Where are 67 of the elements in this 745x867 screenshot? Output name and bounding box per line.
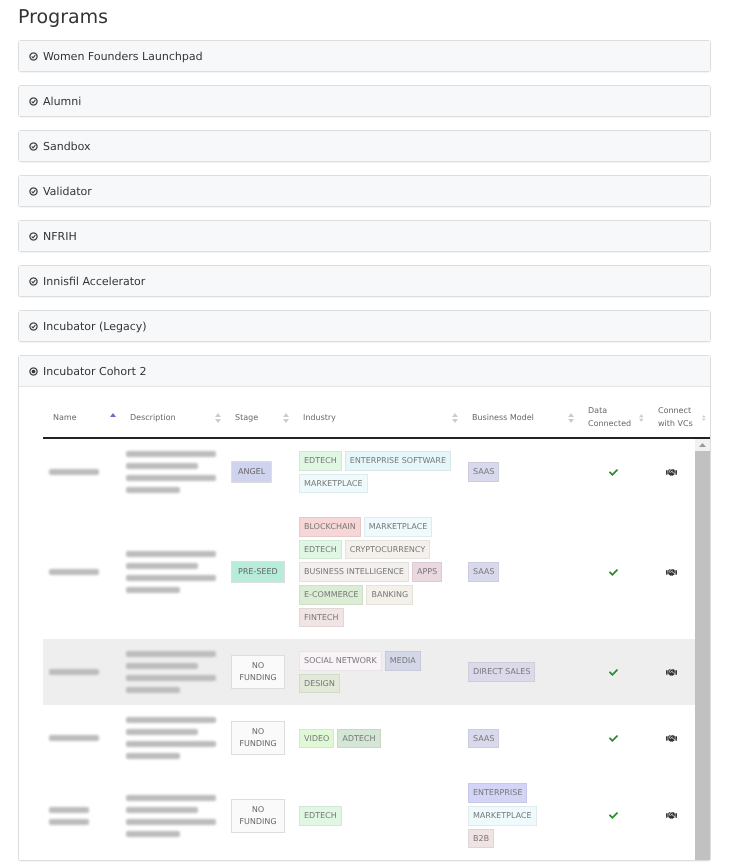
industry-tag: SOCIAL NETWORK <box>299 651 382 671</box>
circle-check-icon <box>29 52 38 60</box>
column-header[interactable]: Description <box>120 399 225 437</box>
column-header[interactable]: Industry <box>293 399 462 437</box>
scroll-up-icon[interactable] <box>699 443 706 447</box>
industry-tag: VIDEO <box>299 728 334 748</box>
column-header[interactable]: Name <box>43 399 120 437</box>
circle-check-icon <box>29 142 38 150</box>
industry-tag: MEDIA <box>384 651 421 671</box>
stage-tag: ANGEL <box>231 461 272 484</box>
column-header[interactable]: Connect with VCs <box>648 399 710 437</box>
accordion-header[interactable]: Innisfil Accelerator <box>19 266 710 296</box>
blurred-text <box>49 469 99 476</box>
column-header[interactable]: Stage <box>225 399 293 437</box>
industry-tag: EDTECH <box>299 806 342 826</box>
industry-tag: APPS <box>412 562 442 582</box>
business-model-tag: B2B <box>468 828 494 848</box>
industry-tag: MARKETPLACE <box>364 517 432 537</box>
business-model-tag: DIRECT SALES <box>468 662 536 682</box>
industry-tag: E-COMMERCE <box>299 584 364 605</box>
handshake-icon[interactable] <box>666 810 677 822</box>
business-model-tag: MARKETPLACE <box>468 806 537 826</box>
accordion-header[interactable]: NFRIH <box>19 221 710 251</box>
accordion-header[interactable]: Alumni <box>19 86 710 116</box>
industry-tag: EDTECH <box>299 451 342 471</box>
industry-tag: ENTERPRISE SOFTWARE <box>344 451 452 471</box>
accordion-header[interactable]: Validator <box>19 176 710 206</box>
circle-check-icon <box>29 186 38 196</box>
circle-check-icon <box>29 96 38 106</box>
handshake-icon[interactable] <box>666 732 677 744</box>
handshake-icon[interactable] <box>666 566 677 578</box>
industry-tag: MARKETPLACE <box>299 474 368 494</box>
industry-tag: ADTECH <box>337 728 381 748</box>
stage-tag: NO FUNDING <box>231 798 285 833</box>
accordion-header[interactable]: Women Founders Launchpad <box>19 41 710 71</box>
blurred-text <box>49 669 99 676</box>
page-title: Programs <box>18 6 110 28</box>
table-row[interactable]: NO FUNDING SOCIAL NETWORK MEDIA DESIGN DIRECT SALES <box>43 639 695 706</box>
business-model-tag: SAAS <box>468 562 500 582</box>
column-header[interactable]: Business Model <box>462 399 578 437</box>
stage-tag: NO FUNDING <box>231 721 285 756</box>
stage-tag: NO FUNDING <box>231 655 285 690</box>
industry-tag: BANKING <box>366 584 414 605</box>
blurred-text <box>49 569 99 576</box>
industry-tag: CRYPTOCURRENCY <box>344 540 430 560</box>
accordion-header[interactable]: Incubator Cohort 2 <box>19 356 710 387</box>
accordion-header[interactable]: Sandbox <box>19 131 710 161</box>
industry-tag: DESIGN <box>299 674 340 694</box>
blurred-text <box>49 735 99 742</box>
scrollbar[interactable] <box>695 439 710 860</box>
accordion-header[interactable]: Incubator (Legacy) <box>19 311 710 341</box>
industry-tag: FINTECH <box>299 608 344 628</box>
industry-tag: BLOCKCHAIN <box>299 517 361 537</box>
circle-check-icon <box>29 276 38 286</box>
business-model-tag: ENTERPRISE <box>468 783 528 803</box>
handshake-icon[interactable] <box>666 666 677 678</box>
column-header[interactable]: Data Connected <box>578 399 648 437</box>
industry-tag: BUSINESS INTELLIGENCE <box>299 562 409 582</box>
circle-dot-icon <box>29 366 38 376</box>
handshake-icon[interactable] <box>666 466 677 478</box>
circle-check-icon <box>29 232 38 240</box>
business-model-tag: SAAS <box>468 462 500 482</box>
stage-tag: PRE-SEED <box>231 561 285 584</box>
industry-tag: EDTECH <box>299 540 342 560</box>
blurred-text <box>49 806 89 825</box>
circle-check-icon <box>29 322 38 330</box>
business-model-tag: SAAS <box>468 728 500 748</box>
